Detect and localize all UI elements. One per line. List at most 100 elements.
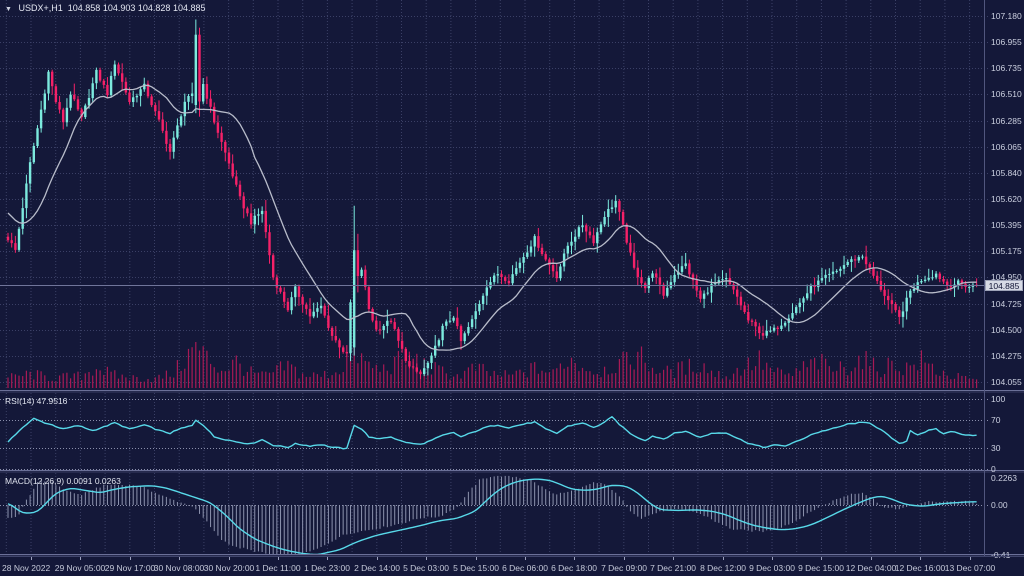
volume-bar xyxy=(843,367,844,388)
time-scale[interactable]: 28 Nov 202229 Nov 05:0029 Nov 17:0030 No… xyxy=(0,556,1024,576)
candle-body xyxy=(213,107,215,123)
volume-bar xyxy=(770,368,771,388)
volume-bar xyxy=(287,361,288,388)
candle-body xyxy=(824,275,826,278)
candle-body xyxy=(534,236,536,246)
volume-bar xyxy=(891,361,892,388)
volume-bar xyxy=(516,371,517,388)
candle-body xyxy=(379,329,381,330)
volume-bar xyxy=(394,357,395,388)
volume-bar xyxy=(807,367,808,388)
candle-body xyxy=(55,86,57,102)
volume-bar xyxy=(781,370,782,389)
candle-body xyxy=(500,274,502,277)
volume-bar xyxy=(659,373,660,388)
macd-indicator-panel[interactable] xyxy=(0,473,1024,554)
time-label: 13 Dec 07:00 xyxy=(945,563,996,573)
candle-body xyxy=(751,321,753,322)
macd-scale-label: 0.00 xyxy=(991,500,1008,510)
chart-expander-icon[interactable]: ▼ xyxy=(5,6,12,13)
candle-body xyxy=(802,298,804,302)
volume-bar xyxy=(15,374,16,388)
volume-bar xyxy=(667,366,668,388)
volume-bar xyxy=(129,381,130,389)
volume-bar xyxy=(361,353,362,388)
volume-bar xyxy=(26,371,27,388)
candle-body xyxy=(968,287,970,288)
volume-bar xyxy=(18,376,19,388)
volume-bar xyxy=(832,372,833,388)
volume-bar xyxy=(961,376,962,388)
volume-bar xyxy=(22,376,23,388)
candle-body xyxy=(165,131,167,144)
candle-body xyxy=(559,267,561,279)
candle-body xyxy=(88,98,90,106)
volume-bar xyxy=(11,373,12,388)
volume-bar xyxy=(501,377,502,388)
volume-bar xyxy=(737,368,738,388)
candle-body xyxy=(383,326,385,330)
volume-bar xyxy=(608,374,609,388)
volume-bar xyxy=(490,376,491,388)
volume-bar xyxy=(906,363,907,389)
volume-bar xyxy=(774,372,775,388)
volume-bar xyxy=(486,371,487,388)
time-tick xyxy=(31,557,32,560)
volume-bar xyxy=(33,380,34,389)
volume-bar xyxy=(707,373,708,388)
volume-bar xyxy=(483,364,484,388)
candle-body xyxy=(95,70,97,83)
candle-body xyxy=(585,225,587,231)
volume-bar xyxy=(262,371,263,388)
candle-body xyxy=(375,321,377,330)
candle-body xyxy=(865,257,867,265)
volume-bar xyxy=(232,360,233,388)
volume-bar xyxy=(689,359,690,388)
candle-body xyxy=(427,363,429,368)
candle-body xyxy=(235,176,237,184)
volume-bar xyxy=(273,372,274,388)
volume-bar xyxy=(785,375,786,389)
candle-body xyxy=(357,250,359,276)
volume-bar xyxy=(387,371,388,388)
candle-body xyxy=(272,255,274,277)
volume-bar xyxy=(928,364,929,388)
volume-bar xyxy=(678,362,679,388)
candle-body xyxy=(51,72,53,87)
candle-body xyxy=(685,263,687,266)
candle-body xyxy=(784,323,786,326)
rsi-indicator-panel[interactable] xyxy=(0,393,1024,470)
volume-bar xyxy=(645,363,646,388)
volume-bar xyxy=(976,379,977,388)
volume-bar xyxy=(674,378,675,388)
volume-bar xyxy=(527,377,528,388)
volume-bar xyxy=(545,373,546,389)
price-scale[interactable]: 107.180106.955106.735106.510106.285106.0… xyxy=(984,0,1024,556)
candle-body xyxy=(773,328,775,331)
panel-separator[interactable] xyxy=(0,470,1024,473)
candle-body xyxy=(103,81,105,85)
volume-bar xyxy=(460,379,461,389)
panel-separator[interactable] xyxy=(0,390,1024,393)
volume-bar xyxy=(880,377,881,388)
volume-bar xyxy=(368,362,369,388)
candle-body xyxy=(909,291,911,298)
volume-bar xyxy=(700,372,701,388)
candle-body xyxy=(633,253,635,268)
volume-bar xyxy=(37,370,38,388)
volume-bar xyxy=(744,369,745,388)
candle-body xyxy=(419,372,421,375)
volume-bar xyxy=(825,359,826,388)
candle-body xyxy=(405,349,407,361)
candle-body xyxy=(894,304,896,310)
candle-body xyxy=(114,65,116,76)
time-label: 8 Dec 12:00 xyxy=(700,563,746,573)
volume-bar xyxy=(600,377,601,388)
candle-body xyxy=(736,290,738,297)
candle-body xyxy=(478,304,480,311)
main-price-chart[interactable] xyxy=(0,0,1024,390)
volume-bar xyxy=(100,370,101,388)
volume-bar xyxy=(866,351,867,388)
time-tick xyxy=(673,557,674,560)
volume-bar xyxy=(343,372,344,388)
